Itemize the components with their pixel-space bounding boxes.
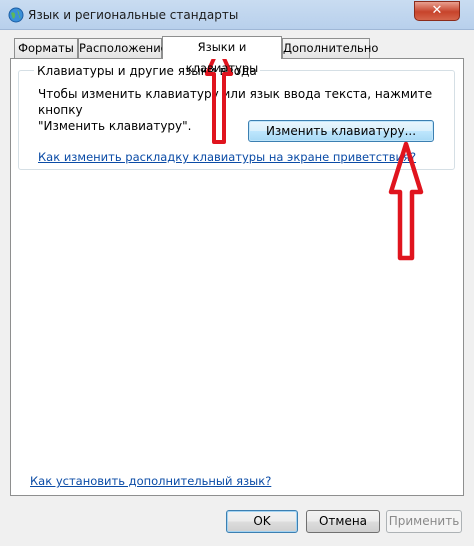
tab-languages-keyboards[interactable]: Языки и клавиатуры: [162, 36, 282, 75]
welcome-screen-keyboard-link[interactable]: Как изменить раскладку клавиатуры на экр…: [38, 150, 416, 164]
tab-location[interactable]: Расположение: [78, 38, 168, 58]
ok-button[interactable]: OK: [226, 510, 298, 533]
window-title: Язык и региональные стандарты: [28, 8, 239, 22]
dialog-window: Язык и региональные стандарты ✕ Форматы …: [0, 0, 474, 546]
apply-button[interactable]: Применить: [386, 510, 462, 533]
install-language-link[interactable]: Как установить дополнительный язык?: [30, 474, 271, 488]
cancel-button[interactable]: Отмена: [306, 510, 380, 533]
description-line-1: Чтобы изменить клавиатуру или язык ввода…: [38, 87, 433, 117]
close-button[interactable]: ✕: [414, 1, 460, 21]
title-bar[interactable]: Язык и региональные стандарты ✕: [0, 0, 474, 30]
tab-formats[interactable]: Форматы: [14, 38, 78, 58]
annotation-arrow-up-icon: [388, 141, 424, 261]
globe-icon: [8, 7, 24, 23]
tab-advanced[interactable]: Дополнительно: [282, 38, 378, 58]
change-keyboard-button[interactable]: Изменить клавиатуру...: [248, 120, 434, 142]
